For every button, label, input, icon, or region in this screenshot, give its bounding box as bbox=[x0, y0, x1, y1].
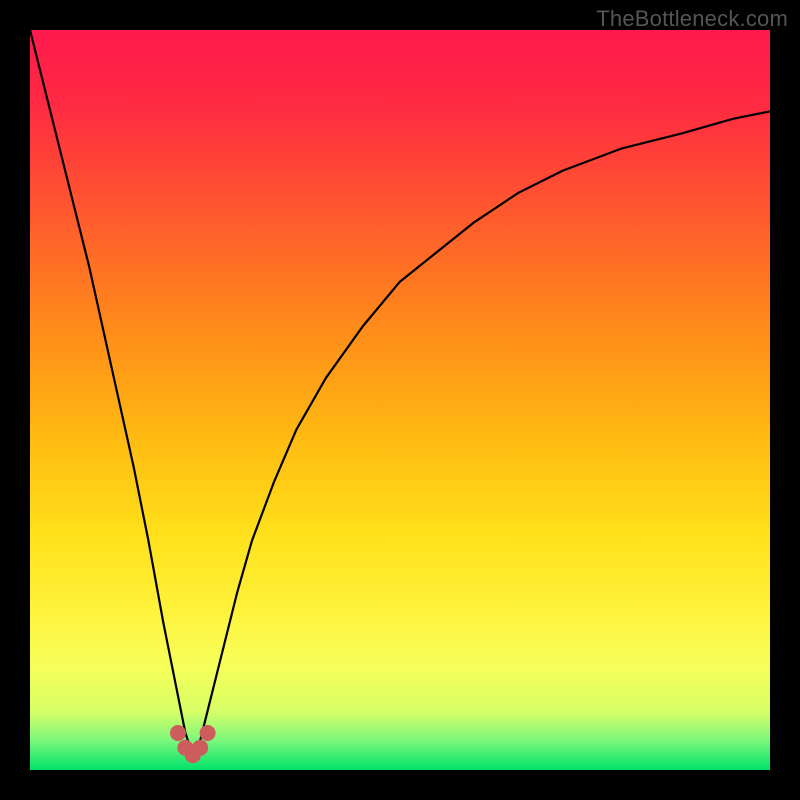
curve-layer bbox=[30, 30, 770, 770]
optimum-marker bbox=[170, 725, 186, 741]
chart-frame: TheBottleneck.com bbox=[0, 0, 800, 800]
plot-area bbox=[30, 30, 770, 770]
bottleneck-curve bbox=[30, 30, 770, 755]
watermark-text: TheBottleneck.com bbox=[596, 6, 788, 32]
optimum-marker bbox=[192, 740, 208, 756]
optimum-marker bbox=[200, 725, 216, 741]
